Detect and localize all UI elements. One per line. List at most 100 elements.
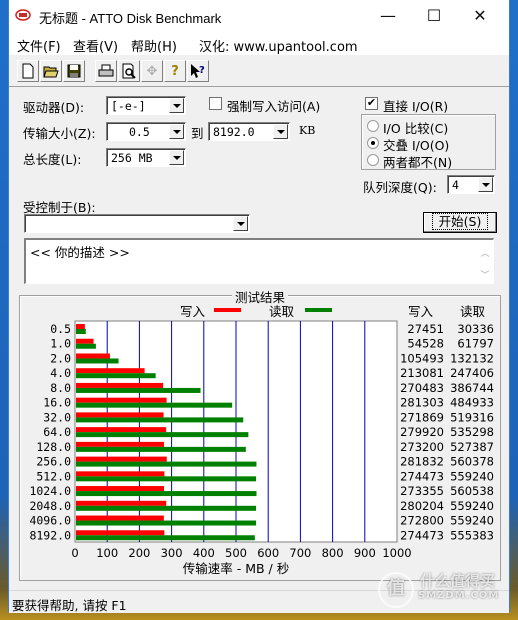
- write-value: 105493: [400, 351, 444, 365]
- results-group: 测试结果 写入 读取 写入 读取 0.5 1.0 2.0 4.0 8.0 16.0 32.0…: [19, 287, 501, 581]
- force-write-checkbox[interactable]: [209, 97, 222, 110]
- localization-credit: 汉化: www.upantool.com: [199, 40, 358, 55]
- x-tick-label: 300: [161, 546, 183, 560]
- scroll-up-icon[interactable]: ︿: [477, 246, 493, 259]
- close-button[interactable]: ✕: [457, 0, 503, 31]
- print-preview-button[interactable]: [118, 60, 140, 82]
- total-length-select[interactable]: 256 MB: [106, 148, 186, 167]
- window-title: 无标题 - ATTO Disk Benchmark: [39, 11, 222, 26]
- minimize-button[interactable]: —: [365, 0, 411, 31]
- read-value: 30336: [457, 322, 494, 336]
- queue-depth-value: 4: [452, 178, 459, 192]
- x-tick-label: 400: [193, 546, 215, 560]
- write-bar: [76, 353, 110, 359]
- description-scrollbar[interactable]: ︿ ﹀: [477, 240, 493, 283]
- read-bar: [76, 461, 257, 467]
- help-button[interactable]: ?: [164, 60, 186, 82]
- x-tick-label: 100: [96, 546, 118, 560]
- chevron-down-icon[interactable]: [273, 124, 288, 139]
- write-bar: [76, 382, 164, 388]
- write-value: 274473: [400, 469, 444, 483]
- context-help-button[interactable]: ?: [187, 60, 209, 82]
- x-tick-label: 600: [257, 546, 279, 560]
- write-value: 281832: [400, 455, 444, 469]
- y-tick-label: 4.0: [50, 366, 71, 380]
- read-value: 560378: [450, 455, 494, 469]
- read-value: 132132: [450, 351, 494, 365]
- transfer-to-value: 8192.0: [213, 125, 255, 139]
- read-value: 484933: [450, 396, 494, 410]
- read-bar: [76, 343, 96, 349]
- open-button[interactable]: [40, 60, 62, 82]
- x-tick-label: 800: [322, 546, 344, 560]
- write-value: 272800: [400, 514, 444, 528]
- neither-radio[interactable]: [367, 154, 379, 166]
- read-bar: [76, 446, 246, 452]
- print-button[interactable]: [95, 60, 117, 82]
- menu-help[interactable]: 帮助(H): [131, 36, 177, 55]
- maximize-button[interactable]: ☐: [411, 0, 457, 31]
- controlled-by-select[interactable]: [24, 214, 250, 233]
- watermark-logo: 值: [378, 572, 414, 608]
- new-button[interactable]: [17, 60, 39, 82]
- write-value: 281303: [400, 396, 444, 410]
- start-button-label: 开始(S): [431, 213, 489, 230]
- legend-read-label: 读取: [269, 304, 295, 319]
- read-bar: [76, 387, 201, 393]
- watermark-subtext: SMZDM.COM: [418, 590, 500, 601]
- drive-label: 驱动器(D):: [23, 100, 85, 115]
- toolbar: ✥ ? ?: [9, 56, 509, 87]
- x-tick-label: 200: [128, 546, 150, 560]
- read-value: 61797: [457, 337, 494, 351]
- svg-text:?: ?: [199, 65, 205, 76]
- read-bar: [76, 329, 86, 334]
- y-tick-label: 4096.0: [29, 514, 71, 528]
- transfer-size-from-select[interactable]: 0.5: [106, 122, 186, 141]
- chevron-down-icon[interactable]: [169, 150, 184, 165]
- read-bar: [76, 417, 244, 423]
- total-length-value: 256 MB: [111, 151, 153, 165]
- read-value: 555383: [450, 528, 494, 542]
- description-text: << 你的描述 >>: [30, 245, 130, 260]
- y-tick-label: 1.0: [50, 337, 71, 351]
- chevron-down-icon[interactable]: [169, 98, 184, 113]
- transfer-size-to-select[interactable]: 8192.0: [208, 122, 290, 141]
- write-bar: [76, 397, 167, 403]
- start-button[interactable]: 开始(S): [423, 212, 497, 233]
- menu-file[interactable]: 文件(F): [17, 36, 61, 55]
- write-value: 213081: [400, 366, 444, 380]
- y-tick-label: 8192.0: [29, 528, 71, 542]
- queue-depth-select[interactable]: 4: [447, 175, 495, 194]
- move-icon: ✥: [146, 63, 158, 79]
- menu-view[interactable]: 查看(V): [73, 36, 118, 55]
- overlapped-io-radio[interactable]: [367, 137, 379, 149]
- transfer-from-value: 0.5: [129, 125, 150, 139]
- description-textarea[interactable]: << 你的描述 >> ︿ ﹀: [24, 238, 494, 284]
- read-value: 559240: [450, 469, 494, 483]
- legend-write-label: 写入: [180, 304, 206, 319]
- y-tick-label: 8.0: [50, 381, 71, 395]
- io-compare-radio[interactable]: [367, 120, 379, 132]
- chevron-down-icon[interactable]: [169, 124, 184, 139]
- menu-bar: 文件(F) 查看(V) 帮助(H) 汉化: www.upantool.com: [9, 31, 509, 55]
- drive-select[interactable]: [-e-]: [106, 96, 186, 115]
- x-tick-label: 700: [289, 546, 311, 560]
- write-value: 279920: [400, 425, 444, 439]
- y-tick-label: 1024.0: [29, 484, 71, 498]
- chevron-down-icon[interactable]: [478, 177, 493, 192]
- write-value: 280204: [400, 499, 444, 513]
- y-tick-label: 0.5: [50, 322, 71, 336]
- read-bar: [76, 432, 249, 438]
- open-folder-icon: [43, 66, 59, 78]
- x-tick-label: 1000: [382, 546, 411, 560]
- write-bar: [76, 368, 145, 374]
- y-tick-label: 16.0: [43, 396, 71, 410]
- direct-io-checkbox[interactable]: ✔: [365, 97, 378, 110]
- save-button[interactable]: [63, 60, 85, 82]
- queue-depth-label: 队列深度(Q):: [363, 180, 437, 195]
- chevron-down-icon[interactable]: [233, 216, 248, 231]
- move-button[interactable]: ✥: [141, 60, 163, 82]
- scroll-down-icon[interactable]: ﹀: [477, 268, 493, 281]
- write-bar: [76, 338, 94, 344]
- write-value: 274473: [400, 528, 444, 542]
